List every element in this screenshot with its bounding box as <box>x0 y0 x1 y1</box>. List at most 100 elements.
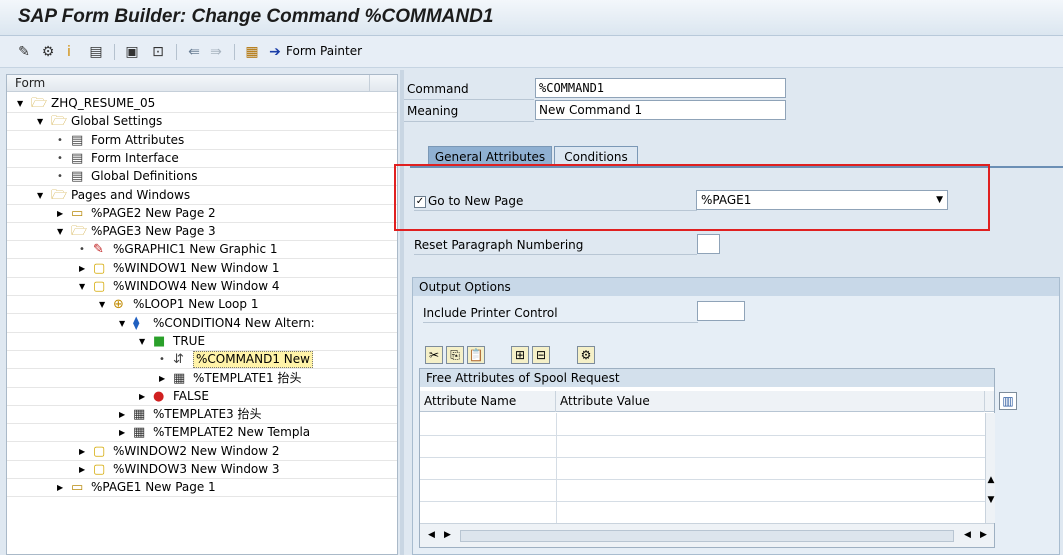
expand-icon[interactable]: ▶ <box>79 461 85 478</box>
table-row[interactable] <box>420 479 985 480</box>
tree-node[interactable]: ▶ ▦ %TEMPLATE1 抬头 <box>7 370 397 388</box>
document-icon: ▤ <box>71 132 84 148</box>
folder-open-icon: 🗁 <box>31 96 48 111</box>
layout-icon[interactable]: ⊡ <box>148 43 168 61</box>
scroll-left-icon[interactable]: ◀ <box>964 530 971 540</box>
tree-node[interactable]: ▶ ▢ %WINDOW2 New Window 2 <box>7 443 397 461</box>
scroll-right-icon[interactable]: ▶ <box>444 530 451 540</box>
expand-icon[interactable]: ▶ <box>159 370 165 387</box>
tree-node[interactable]: ▶ ▭ %PAGE2 New Page 2 <box>7 205 397 223</box>
delete-row-icon[interactable]: ⊟ <box>532 346 550 364</box>
leaf-bullet-icon: • <box>159 354 165 366</box>
tree-node-label: Global Definitions <box>91 169 198 184</box>
command-field[interactable]: %COMMAND1 <box>535 78 786 98</box>
printer-control-field[interactable] <box>697 301 745 321</box>
tree-header-label: Form <box>15 76 46 90</box>
scroll-thumb[interactable] <box>460 530 954 542</box>
collapse-icon[interactable]: ▼ <box>119 315 125 332</box>
tree-node[interactable]: • ▤ Form Attributes <box>7 132 397 150</box>
detail-pane: Command %COMMAND1 Meaning New Command 1 … <box>404 70 1063 555</box>
back-icon[interactable]: ⇚ <box>184 43 204 61</box>
column-settings-icon[interactable]: ▥ <box>999 392 1017 410</box>
settings-icon[interactable]: ▦ <box>242 43 262 61</box>
table-row[interactable] <box>420 457 985 458</box>
graphic-icon: ✎ <box>93 242 104 258</box>
tree-node[interactable]: • ⇵ %COMMAND1 New <box>7 351 397 370</box>
insert-row-icon[interactable]: ⊞ <box>511 346 529 364</box>
info-icon[interactable]: i <box>62 43 76 61</box>
tree-node[interactable]: ▼ 🗁 Global Settings <box>7 113 397 132</box>
table-header: Attribute Name Attribute Value <box>420 391 994 412</box>
tree-node-label: %TEMPLATE2 New Templa <box>153 425 311 440</box>
copy-icon[interactable]: ⎘ <box>446 346 464 364</box>
reset-paragraph-field[interactable] <box>697 234 720 254</box>
tree-node[interactable]: ▼ ■ TRUE <box>7 333 397 351</box>
vertical-scrollbar[interactable]: ▲ ▼ <box>985 413 995 523</box>
expand-icon[interactable]: ▶ <box>119 424 125 441</box>
collapse-icon[interactable]: ▼ <box>37 187 43 204</box>
collapse-icon[interactable]: ▼ <box>139 333 145 350</box>
tree-node-label: TRUE <box>173 333 206 348</box>
tree-node[interactable]: ▶ ● FALSE <box>7 388 397 406</box>
table-row[interactable] <box>420 501 985 502</box>
form-painter-arrow-icon[interactable]: ➔ <box>266 43 284 61</box>
tree-node-label: %WINDOW2 New Window 2 <box>113 443 280 458</box>
collapse-icon[interactable]: ▼ <box>57 223 63 240</box>
tree-node[interactable]: ▶ ▢ %WINDOW3 New Window 3 <box>7 461 397 479</box>
expand-icon[interactable]: ▶ <box>139 388 145 405</box>
tree-node[interactable]: ▶ ▭ %PAGE1 New Page 1 <box>7 479 397 498</box>
tree-node[interactable]: ▼ 🗁 %PAGE3 New Page 3 <box>7 223 397 242</box>
column-attribute-name[interactable]: Attribute Name <box>420 391 556 412</box>
scroll-up-icon[interactable]: ▲ <box>986 475 996 485</box>
table-row[interactable] <box>420 435 985 436</box>
tree-node[interactable]: • ✎ %GRAPHIC1 New Graphic 1 <box>7 241 397 260</box>
tree-node[interactable]: ▼ ▢ %WINDOW4 New Window 4 <box>7 278 397 296</box>
tree-node[interactable]: ▼ 🗁 ZHQ_RESUME_05 <box>7 95 397 113</box>
field-underline <box>414 254 697 255</box>
tree-node-label: Form Interface <box>91 150 179 165</box>
tree-node[interactable]: ▼ ⧫ %CONDITION4 New Altern: <box>7 315 397 333</box>
tree-node[interactable]: ▶ ▦ %TEMPLATE2 New Templa <box>7 424 397 443</box>
tree-header-column <box>369 75 397 92</box>
tree-node[interactable]: ▼ ⊕ %LOOP1 New Loop 1 <box>7 296 397 315</box>
expand-icon[interactable]: ▶ <box>57 479 63 496</box>
output-options-group: Output Options Include Printer Control ✂… <box>412 277 1060 555</box>
window-icon: ▢ <box>93 260 106 276</box>
collapse-icon[interactable]: ▼ <box>37 113 43 130</box>
tree-node[interactable]: ▶ ▦ %TEMPLATE3 抬头 <box>7 406 397 425</box>
cut-icon[interactable]: ✂ <box>425 346 443 364</box>
print-preview-icon[interactable]: ▤ <box>86 43 106 61</box>
expand-icon[interactable]: ▶ <box>57 205 63 222</box>
leaf-bullet-icon: • <box>57 171 63 183</box>
column-attribute-value[interactable]: Attribute Value <box>556 391 985 412</box>
expand-icon[interactable]: ▶ <box>79 260 85 277</box>
forward-icon[interactable]: ⇛ <box>206 43 226 61</box>
loop-icon: ⊕ <box>113 297 124 313</box>
collapse-icon[interactable]: ▼ <box>17 95 23 112</box>
scroll-down-icon[interactable]: ▼ <box>986 495 996 505</box>
horizontal-scrollbar[interactable]: ◀ ▶ ◀ ▶ <box>420 523 994 547</box>
scroll-right-icon[interactable]: ▶ <box>980 530 987 540</box>
form-painter-button[interactable]: Form Painter <box>286 44 362 58</box>
expand-icon[interactable]: ▶ <box>119 406 125 423</box>
hierarchy-icon[interactable]: ⚙ <box>577 346 595 364</box>
meaning-field[interactable]: New Command 1 <box>535 100 786 120</box>
scroll-left-icon[interactable]: ◀ <box>428 530 435 540</box>
tree-node[interactable]: ▶ ▢ %WINDOW1 New Window 1 <box>7 260 397 278</box>
test-icon[interactable]: ▣ <box>122 43 142 61</box>
spool-attributes-table: Free Attributes of Spool Request Attribu… <box>419 368 995 548</box>
tree-node[interactable]: • ▤ Global Definitions <box>7 168 397 187</box>
tree-node[interactable]: ▼ 🗁 Pages and Windows <box>7 187 397 205</box>
paste-icon[interactable]: 📋 <box>467 346 485 364</box>
activate-icon[interactable]: ⚙ <box>38 43 58 61</box>
expand-icon[interactable]: ▶ <box>79 443 85 460</box>
application-toolbar: ✎ ⚙ i ▤ ▣ ⊡ ⇚ ⇛ ▦ ➔ Form Painter <box>0 36 1063 68</box>
edit-icon[interactable]: ✎ <box>14 43 34 61</box>
false-icon: ● <box>153 388 165 404</box>
true-icon: ■ <box>153 333 166 349</box>
printer-control-label: Include Printer Control <box>423 306 558 320</box>
tree-node[interactable]: • ▤ Form Interface <box>7 150 397 168</box>
collapse-icon[interactable]: ▼ <box>99 296 105 313</box>
collapse-icon[interactable]: ▼ <box>79 278 85 295</box>
table-icon: ▦ <box>133 407 146 423</box>
